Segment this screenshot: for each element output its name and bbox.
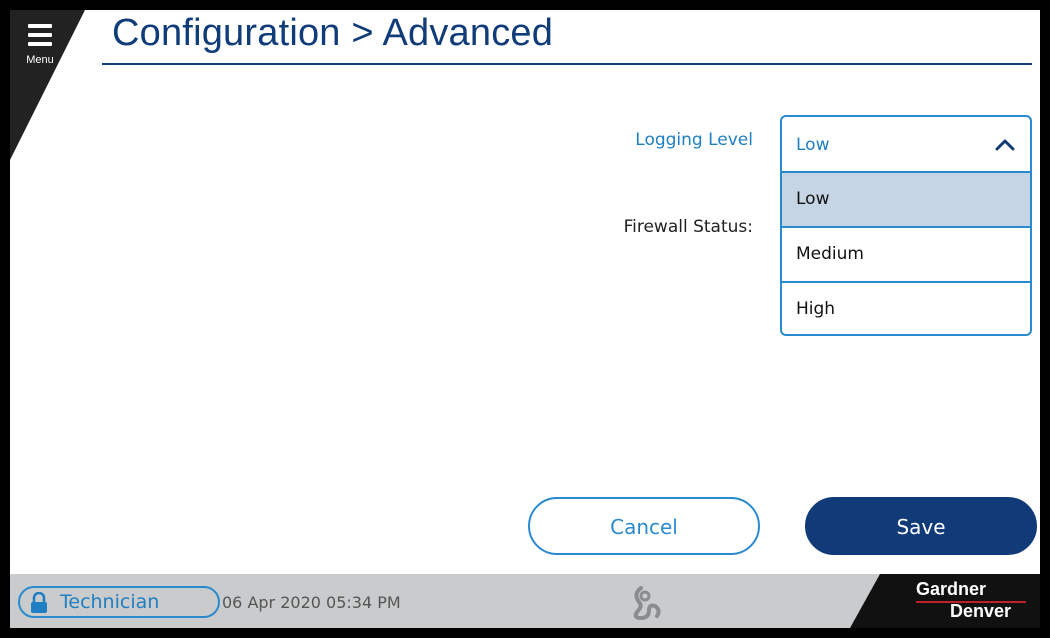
date-time: 06 Apr 2020 05:34 PM	[222, 593, 401, 612]
cancel-button[interactable]: Cancel	[528, 497, 760, 555]
brand-name-line1: Gardner	[916, 579, 987, 599]
menu-button[interactable]: Menu	[20, 18, 72, 74]
option-label: Medium	[796, 244, 864, 264]
brand-name-line2: Denver	[950, 601, 1012, 621]
spiral-icon	[633, 586, 661, 621]
menu-label: Menu	[26, 54, 54, 66]
status-bar: Technician 06 Apr 2020 05:34 PM Gardner …	[10, 574, 1040, 628]
user-role-label: Technician	[60, 591, 160, 613]
dropdown-header[interactable]: Low	[782, 117, 1030, 173]
lock-icon	[31, 592, 47, 613]
dropdown-selected-value: Low	[796, 135, 830, 155]
user-role-button[interactable]: Technician	[18, 586, 220, 618]
title-underline	[102, 63, 1032, 65]
chevron-up-icon[interactable]	[994, 134, 1016, 156]
firewall-status-label: Firewall Status:	[623, 217, 753, 237]
option-label: High	[796, 299, 836, 319]
gardner-denver-logo: Gardner Denver	[850, 574, 1040, 628]
option-label: Low	[796, 189, 830, 209]
app-screen: Menu Configuration > Advanced Logging Le…	[10, 10, 1040, 628]
dropdown-option-low[interactable]: Low	[782, 173, 1030, 228]
dropdown-option-medium[interactable]: Medium	[782, 228, 1030, 283]
save-button[interactable]: Save	[805, 497, 1037, 555]
logging-level-dropdown[interactable]: Low Low Medium High	[780, 115, 1032, 336]
logging-level-label: Logging Level	[635, 130, 753, 150]
page-title: Configuration > Advanced	[112, 12, 554, 54]
dropdown-option-high[interactable]: High	[782, 283, 1030, 334]
